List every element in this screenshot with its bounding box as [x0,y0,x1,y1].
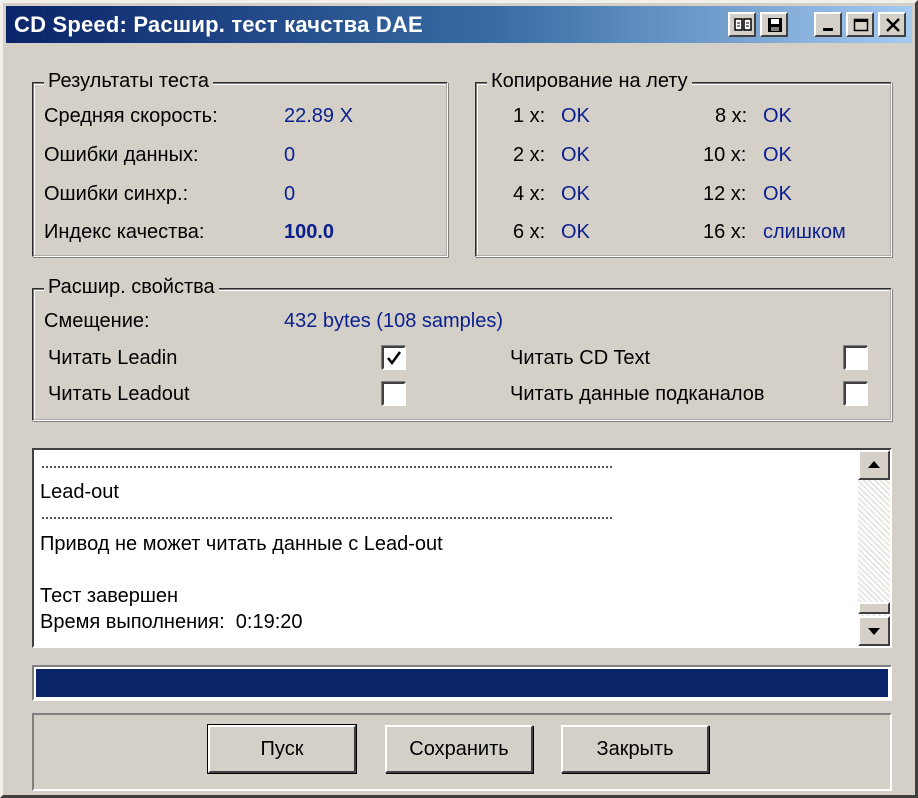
sync-errors-label: Ошибки синхр.: [44,183,189,205]
close-dialog-button[interactable]: Закрыть [561,725,709,773]
speed-1x-value: OK [561,105,590,127]
speed-8x-label: 8 x: [715,105,748,127]
read-leadout-checkbox[interactable] [382,382,406,406]
arrow-up-icon [868,461,880,468]
window-title: CD Speed: Расшир. тест качства DAE [14,12,423,37]
read-subchannel-checkbox[interactable] [844,382,868,406]
data-errors-label: Ошибки данных: [44,144,199,166]
speed-2x-label: 2 x: [513,144,546,166]
sync-errors-value: 0 [284,183,296,205]
maximize-icon [853,18,869,32]
log-scrollbar[interactable] [858,450,890,646]
minimize-icon [823,28,833,31]
speed-10x-value: OK [763,144,792,166]
offset-value: 432 bytes (108 samples) [284,310,504,332]
speed-1x-label: 1 x: [513,105,546,127]
progress-bar [32,665,892,701]
read-subchannel-label[interactable]: Читать данные подканалов [510,383,765,406]
avg-speed-value: 22.89 X [284,105,353,127]
log-separator [42,517,612,519]
speed-12x-label: 12 x: [703,183,747,205]
speed-6x-value: OK [561,221,590,243]
progress-fill [36,669,888,697]
close-icon [886,18,900,32]
dae-test-window: CD Speed: Расшир. тест качства DAE Резул… [0,0,918,798]
maximize-button[interactable] [846,12,874,37]
book-button[interactable] [728,12,756,37]
speed-6x-label: 6 x: [513,221,546,243]
minimize-button[interactable] [814,12,842,37]
scroll-thumb[interactable] [858,602,890,614]
speed-4x-value: OK [561,183,590,205]
log-line: Тест завершен [40,585,179,607]
offset-label: Смещение: [44,310,150,332]
read-leadout-label[interactable]: Читать Leadout [48,383,190,406]
log-output[interactable]: Lead-out Привод не может читать данные с… [32,448,892,648]
quality-index-label: Индекс качества: [44,221,205,243]
test-results-legend: Результаты теста [44,70,214,93]
save-button-title[interactable] [760,12,788,37]
advanced-properties-legend: Расшир. свойства [44,276,219,299]
log-line: Lead-out [40,481,119,503]
checkmark-icon [387,351,402,366]
read-leadin-label[interactable]: Читать Leadin [48,347,177,370]
avg-speed-label: Средняя скорость: [44,105,218,127]
scroll-down-button[interactable] [858,616,890,646]
scroll-up-button[interactable] [858,450,890,480]
speed-16x-label: 16 x: [703,221,747,243]
speed-8x-value: OK [763,105,792,127]
log-separator [42,466,612,468]
read-leadin-checkbox[interactable] [382,346,406,370]
book-icon [734,18,752,31]
arrow-down-icon [868,628,880,635]
close-button[interactable] [878,12,906,37]
save-button[interactable]: Сохранить [385,725,533,773]
log-line: Время выполнения: 0:19:20 [40,611,303,633]
save-disk-icon [768,18,782,32]
speed-16x-value: слишком [763,221,846,243]
start-button[interactable]: Пуск [207,724,357,774]
on-the-fly-legend: Копирование на лету [487,70,692,93]
read-cdtext-checkbox[interactable] [844,346,868,370]
speed-10x-label: 10 x: [703,144,747,166]
read-cdtext-label[interactable]: Читать CD Text [510,347,650,370]
speed-2x-value: OK [561,144,590,166]
speed-4x-label: 4 x: [513,183,546,205]
speed-12x-value: OK [763,183,792,205]
data-errors-value: 0 [284,144,296,166]
log-line: Привод не может читать данные с Lead-out [40,533,443,555]
title-bar[interactable]: CD Speed: Расшир. тест качства DAE [6,6,912,43]
quality-index-value: 100.0 [284,221,335,243]
